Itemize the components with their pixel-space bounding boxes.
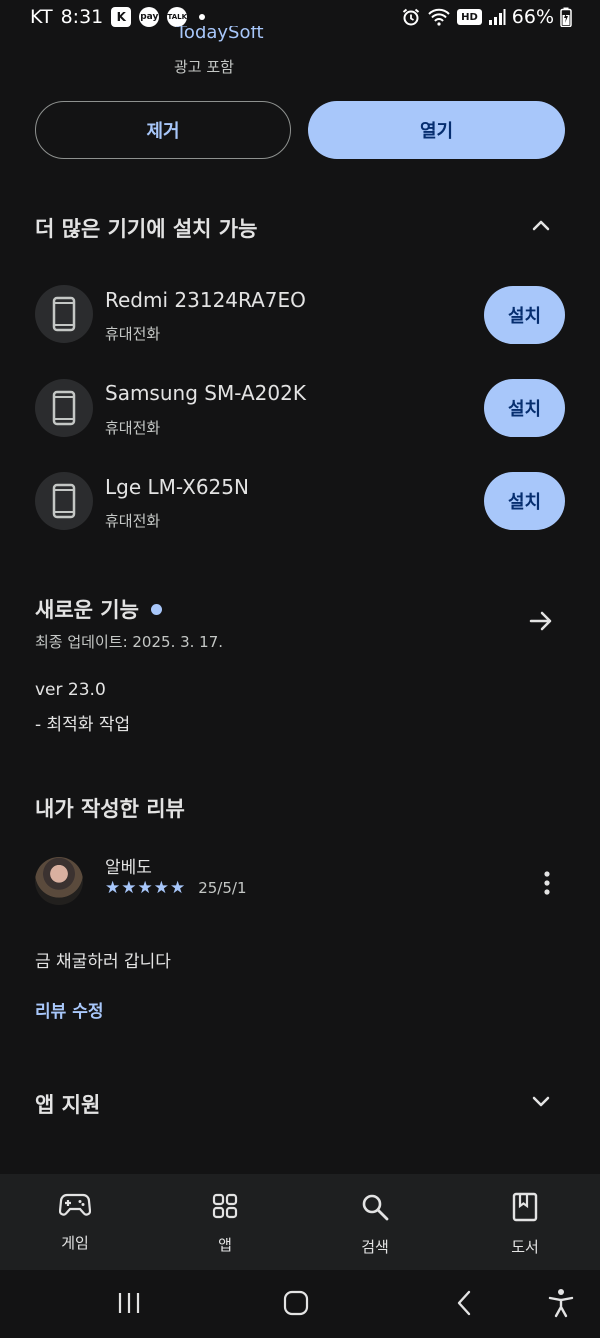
whats-new-title: 새로운 기능 [35, 598, 139, 622]
nav-item-search[interactable]: 검색 [325, 1174, 425, 1270]
gamepad-icon [59, 1193, 91, 1216]
uninstall-button[interactable]: 제거 [35, 101, 291, 159]
signal-icon [488, 9, 506, 25]
version-text: ver 23.0 [35, 680, 106, 700]
apps-grid-icon [212, 1193, 238, 1219]
review-rating-row: ★★★★★ 25/5/1 [105, 878, 246, 898]
nav-label: 도서 [511, 1238, 539, 1256]
developer-name[interactable]: TodaySoft [176, 26, 264, 44]
chevron-up-icon[interactable] [529, 214, 553, 238]
system-navigation-bar [0, 1270, 600, 1338]
nav-item-games[interactable]: 게임 [25, 1174, 125, 1270]
release-notes-text: - 최적화 작업 [35, 715, 131, 735]
device-name: Lge LM-X625N [105, 475, 249, 499]
review-date: 25/5/1 [198, 879, 247, 897]
devices-section-title: 더 많은 기기에 설치 가능 [35, 217, 258, 241]
arrow-right-icon[interactable] [527, 607, 555, 635]
last-updated-text: 최종 업데이트: 2025. 3. 17. [35, 633, 224, 651]
battery-charging-icon [560, 7, 572, 27]
clock: 8:31 [60, 6, 104, 28]
review-text: 금 채굴하러 갑니다 [35, 952, 171, 972]
app-support-title[interactable]: 앱 지원 [35, 1089, 100, 1119]
notification-dot-icon [199, 14, 206, 20]
k-app-icon: K [111, 7, 132, 27]
device-type: 휴대전화 [105, 512, 161, 530]
home-icon[interactable] [283, 1290, 309, 1316]
hd-voice-icon: HD [457, 9, 482, 25]
battery-percent: 66% [511, 6, 554, 28]
nav-label: 앱 [218, 1236, 232, 1254]
whats-new-header[interactable]: 새로운 기능 [35, 594, 162, 624]
nav-label: 게임 [61, 1234, 89, 1252]
nav-item-books[interactable]: 도서 [475, 1174, 575, 1270]
phone-device-icon [35, 285, 93, 343]
alarm-icon [402, 8, 420, 26]
status-right: HD 66% [401, 6, 572, 28]
device-type: 휴대전화 [105, 419, 161, 437]
install-button[interactable]: 설치 [484, 286, 565, 344]
phone-device-icon [35, 472, 93, 530]
my-review-title: 내가 작성한 리뷰 [35, 797, 185, 821]
talk-icon: TALK [167, 7, 188, 27]
reviewer-name: 알베도 [105, 858, 152, 878]
install-button[interactable]: 설치 [484, 379, 565, 437]
search-icon [362, 1194, 389, 1221]
avatar [35, 857, 83, 905]
carrier-label: KT [30, 6, 53, 28]
back-icon[interactable] [454, 1290, 476, 1316]
install-button[interactable]: 설치 [484, 472, 565, 530]
device-name: Redmi 23124RA7EO [105, 288, 306, 312]
nav-label: 검색 [361, 1238, 389, 1256]
chevron-down-icon[interactable] [529, 1089, 553, 1113]
status-bar: KT 8:31 K pay TALK HD 66% [0, 0, 600, 38]
pay-icon: pay [139, 7, 160, 27]
device-type: 휴대전화 [105, 325, 161, 343]
accessibility-icon[interactable] [547, 1288, 575, 1318]
bottom-navigation: 게임 앱 검색 도서 [0, 1174, 600, 1270]
nav-item-apps[interactable]: 앱 [175, 1174, 275, 1270]
recents-icon[interactable] [116, 1290, 142, 1316]
edit-review-link[interactable]: 리뷰 수정 [35, 997, 103, 1022]
book-icon [512, 1192, 538, 1222]
star-rating: ★★★★★ [105, 878, 187, 898]
more-vert-icon[interactable] [537, 869, 557, 897]
new-indicator-dot [150, 603, 162, 615]
phone-device-icon [35, 379, 93, 437]
wifi-icon [428, 8, 450, 26]
status-left: KT 8:31 K pay TALK [30, 6, 206, 28]
device-name: Samsung SM-A202K [105, 381, 306, 405]
open-button[interactable]: 열기 [308, 101, 565, 159]
contains-ads-label: 광고 포함 [174, 58, 234, 76]
